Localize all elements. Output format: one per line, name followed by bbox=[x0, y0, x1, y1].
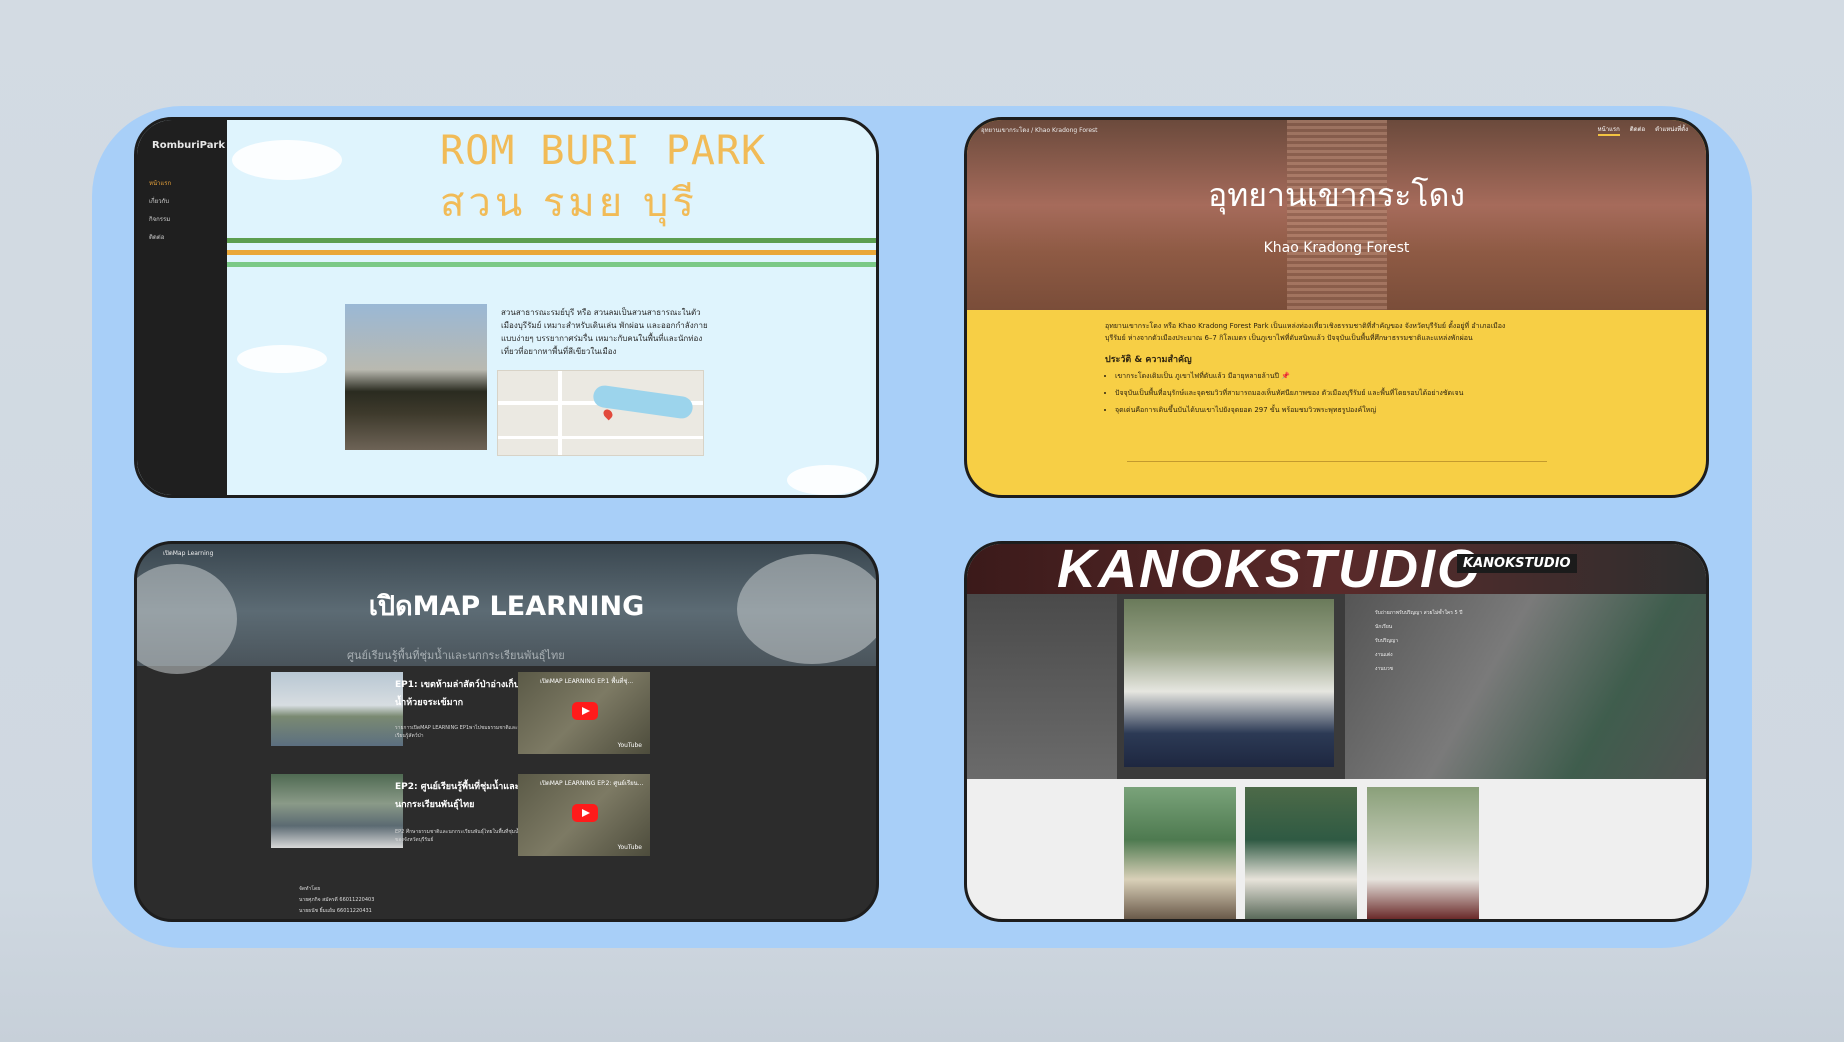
credit-line: นายศุภกิจ สมัครดี 66011220403 bbox=[299, 897, 375, 903]
list-item: เขากระโดงเดิมเป็น ภูเขาไฟที่ดับแล้ว มีอา… bbox=[1115, 370, 1525, 382]
episode-thumbnail[interactable] bbox=[271, 672, 403, 746]
nav-item-activities[interactable]: กิจกรรม bbox=[149, 214, 171, 224]
studio-logo[interactable]: KANOKSTUDIO bbox=[1457, 554, 1577, 573]
cloud-decoration bbox=[787, 465, 867, 495]
page-title-thai: สวน รมย บุรี bbox=[440, 180, 698, 226]
green-stripe bbox=[227, 238, 876, 243]
hero-title-thai: อุทยานเขากระโดง bbox=[1207, 176, 1466, 214]
map-road bbox=[558, 371, 562, 455]
nav-item-home[interactable]: หน้าแรก bbox=[149, 178, 171, 188]
section-heading: ประวัติ & ความสำคัญ bbox=[1105, 355, 1192, 365]
menu-heading: รับถ่ายภาพรับปริญญา สวยไม่ซ้ำใคร 5 ปี bbox=[1375, 610, 1463, 616]
background-photo bbox=[967, 594, 1117, 779]
list-item: ปัจจุบันเป็นพื้นที่อนุรักษ์และจุดชมวิวที… bbox=[1115, 387, 1525, 399]
light-green-stripe bbox=[227, 262, 876, 267]
map-learning-website-card[interactable]: เปิดMap Learning เปิดMAP LEARNING ศูนย์เ… bbox=[134, 541, 879, 922]
sidebar-nav: หน้าแรก เกี่ยวกับ กิจกรรม ติดต่อ bbox=[149, 178, 171, 250]
map-pin-icon[interactable] bbox=[601, 407, 615, 421]
google-map-embed[interactable] bbox=[497, 370, 704, 456]
page-title-english: ROM BURI PARK bbox=[440, 128, 767, 174]
credit-line: นายธนัช ยิ้มแย้ม 66011220431 bbox=[299, 908, 372, 914]
episode-title[interactable]: EP1: เขตห้ามล่าสัตว์ป่าอ่างเก็บน้ำห้วยจร… bbox=[395, 676, 525, 712]
breadcrumb[interactable]: อุทยานเขากระโดง / Khao Kradong Forest bbox=[981, 125, 1098, 135]
page-title: เปิดMAP LEARNING bbox=[368, 591, 645, 622]
divider bbox=[1127, 461, 1547, 462]
youtube-embed[interactable]: เปิดMAP LEARNING EP.1 พื้นที่ชุ่... YouT… bbox=[518, 672, 650, 754]
hero-title-english: Khao Kradong Forest bbox=[1263, 240, 1410, 256]
brand-logo: RomburiPark bbox=[152, 140, 226, 151]
intro-paragraph: อุทยานเขากระโดง หรือ Khao Kradong Forest… bbox=[1105, 322, 1506, 342]
banner-sign-text: ศูนย์เรียนรู้พื้นที่ชุ่มน้ำและนกกระเรียน… bbox=[347, 649, 565, 662]
orange-stripe bbox=[227, 250, 876, 255]
kanokstudio-website-card[interactable]: KANOKSTUDIO KANOKSTUDIO รับถ่ายภาพรับปริ… bbox=[964, 541, 1709, 922]
cloud-decoration bbox=[237, 345, 327, 373]
menu-item[interactable]: นักเรียน bbox=[1375, 620, 1462, 634]
nav-item-home[interactable]: หน้าแรก bbox=[1597, 124, 1620, 136]
youtube-logo: YouTube bbox=[617, 742, 642, 749]
park-lake-photo bbox=[345, 304, 487, 450]
credits: จัดทำโดย นายศุภกิจ สมัครดี 66011220403 น… bbox=[299, 884, 374, 917]
menu-item[interactable]: รับปริญญา bbox=[1375, 634, 1462, 648]
service-menu: รับถ่ายภาพรับปริญญา สวยไม่ซ้ำใคร 5 ปี นั… bbox=[1375, 606, 1462, 676]
play-button-icon[interactable] bbox=[572, 804, 598, 822]
episode-thumbnail[interactable] bbox=[271, 774, 403, 848]
group-graduation-photo bbox=[1124, 599, 1334, 767]
romburi-park-website-card[interactable]: RomburiPark หน้าแรก เกี่ยวกับ กิจกรรม ติ… bbox=[134, 117, 879, 498]
youtube-logo: YouTube bbox=[617, 844, 642, 851]
episode-description: EP2 ศึกษาธรรมชาติและนกกระเรียนพันธุ์ไทยใ… bbox=[395, 829, 522, 843]
map-road bbox=[498, 436, 703, 439]
credits-heading: จัดทำโดย bbox=[299, 886, 321, 892]
list-item: จุดเด่นคือการเดินขึ้นบันได้บนเขาไปยังจุด… bbox=[1115, 404, 1525, 416]
bullet-list: เขากระโดงเดิมเป็น ภูเขาไฟที่ดับแล้ว มีอา… bbox=[1105, 370, 1525, 416]
description-paragraph: สวนสาธารณะรมย์บุรี หรือ สวนลมเป็นสวนสาธา… bbox=[501, 308, 708, 356]
episode-title[interactable]: EP2: ศูนย์เรียนรู้พื้นที่ชุ่มน้ำและนกกระ… bbox=[395, 778, 525, 814]
video-title: เปิดMAP LEARNING EP.1 พื้นที่ชุ่... bbox=[540, 678, 634, 685]
menu-item[interactable]: งานบวช bbox=[1375, 662, 1462, 676]
portrait-photo[interactable] bbox=[1124, 787, 1236, 919]
play-button-icon[interactable] bbox=[572, 702, 598, 720]
episode-description: รายการเปิดMAP LEARNING EP1พาไปชมธรรมชาติ… bbox=[395, 725, 518, 739]
khao-kradong-website-card[interactable]: อุทยานเขากระโดง / Khao Kradong Forest หน… bbox=[964, 117, 1709, 498]
sidebar: RomburiPark หน้าแรก เกี่ยวกับ กิจกรรม ติ… bbox=[137, 120, 227, 495]
top-nav: หน้าแรก ติดต่อ ตำแหน่งที่ตั้ง bbox=[1597, 124, 1688, 136]
nav-item-contact[interactable]: ติดต่อ bbox=[1630, 124, 1645, 136]
youtube-embed[interactable]: เปิดMAP LEARNING EP.2: ศูนย์เรียน... You… bbox=[518, 774, 650, 856]
nav-item-about[interactable]: เกี่ยวกับ bbox=[149, 196, 171, 206]
content-body: อุทยานเขากระโดง หรือ Khao Kradong Forest… bbox=[1105, 320, 1525, 421]
nav-item-location[interactable]: ตำแหน่งที่ตั้ง bbox=[1655, 124, 1688, 136]
breadcrumb[interactable]: เปิดMap Learning bbox=[163, 548, 213, 558]
menu-item[interactable]: งานแต่ง bbox=[1375, 648, 1462, 662]
portrait-photo[interactable] bbox=[1367, 787, 1479, 919]
video-title: เปิดMAP LEARNING EP.2: ศูนย์เรียน... bbox=[540, 780, 644, 787]
cloud-decoration bbox=[232, 140, 342, 180]
portrait-photo[interactable] bbox=[1245, 787, 1357, 919]
banner-text: KANOKSTUDIO bbox=[1057, 541, 1481, 599]
nav-item-contact[interactable]: ติดต่อ bbox=[149, 232, 171, 242]
